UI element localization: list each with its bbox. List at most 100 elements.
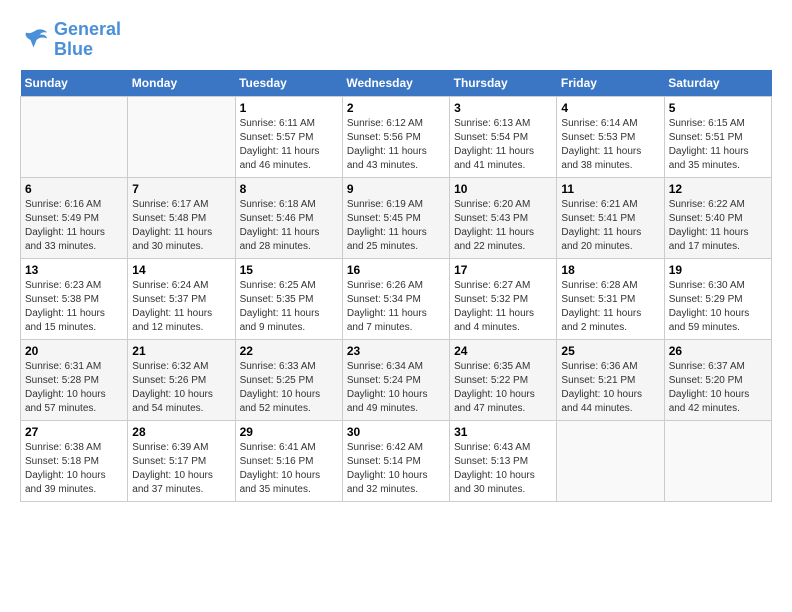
day-info: Sunrise: 6:33 AMSunset: 5:25 PMDaylight:…	[240, 360, 338, 416]
calendar-cell: 28 Sunrise: 6:39 AMSunset: 5:17 PMDaylig…	[128, 420, 235, 501]
calendar-cell: 23 Sunrise: 6:34 AMSunset: 5:24 PMDaylig…	[342, 339, 449, 420]
day-info: Sunrise: 6:16 AMSunset: 5:49 PMDaylight:…	[25, 198, 123, 254]
day-info: Sunrise: 6:20 AMSunset: 5:43 PMDaylight:…	[454, 198, 552, 254]
calendar-cell: 8 Sunrise: 6:18 AMSunset: 5:46 PMDayligh…	[235, 177, 342, 258]
calendar-cell: 7 Sunrise: 6:17 AMSunset: 5:48 PMDayligh…	[128, 177, 235, 258]
calendar-cell: 13 Sunrise: 6:23 AMSunset: 5:38 PMDaylig…	[21, 258, 128, 339]
day-number: 24	[454, 344, 552, 358]
day-number: 13	[25, 263, 123, 277]
calendar-cell: 2 Sunrise: 6:12 AMSunset: 5:56 PMDayligh…	[342, 96, 449, 177]
calendar-week-row: 20 Sunrise: 6:31 AMSunset: 5:28 PMDaylig…	[21, 339, 772, 420]
day-number: 14	[132, 263, 230, 277]
day-number: 29	[240, 425, 338, 439]
calendar-week-row: 27 Sunrise: 6:38 AMSunset: 5:18 PMDaylig…	[21, 420, 772, 501]
calendar-cell: 5 Sunrise: 6:15 AMSunset: 5:51 PMDayligh…	[664, 96, 771, 177]
logo-text-general: General	[54, 20, 121, 40]
calendar-week-row: 1 Sunrise: 6:11 AMSunset: 5:57 PMDayligh…	[21, 96, 772, 177]
calendar-cell: 26 Sunrise: 6:37 AMSunset: 5:20 PMDaylig…	[664, 339, 771, 420]
calendar-cell: 18 Sunrise: 6:28 AMSunset: 5:31 PMDaylig…	[557, 258, 664, 339]
weekday-header: Monday	[128, 70, 235, 97]
day-number: 2	[347, 101, 445, 115]
logo: General Blue	[20, 20, 121, 60]
calendar-cell: 22 Sunrise: 6:33 AMSunset: 5:25 PMDaylig…	[235, 339, 342, 420]
day-number: 5	[669, 101, 767, 115]
day-info: Sunrise: 6:22 AMSunset: 5:40 PMDaylight:…	[669, 198, 767, 254]
day-info: Sunrise: 6:14 AMSunset: 5:53 PMDaylight:…	[561, 117, 659, 173]
weekday-header: Wednesday	[342, 70, 449, 97]
day-info: Sunrise: 6:15 AMSunset: 5:51 PMDaylight:…	[669, 117, 767, 173]
day-info: Sunrise: 6:37 AMSunset: 5:20 PMDaylight:…	[669, 360, 767, 416]
day-number: 7	[132, 182, 230, 196]
calendar-cell	[557, 420, 664, 501]
calendar-cell	[664, 420, 771, 501]
day-info: Sunrise: 6:17 AMSunset: 5:48 PMDaylight:…	[132, 198, 230, 254]
calendar-week-row: 13 Sunrise: 6:23 AMSunset: 5:38 PMDaylig…	[21, 258, 772, 339]
weekday-header: Sunday	[21, 70, 128, 97]
day-number: 18	[561, 263, 659, 277]
weekday-header: Saturday	[664, 70, 771, 97]
day-number: 22	[240, 344, 338, 358]
calendar-cell: 30 Sunrise: 6:42 AMSunset: 5:14 PMDaylig…	[342, 420, 449, 501]
day-number: 21	[132, 344, 230, 358]
day-info: Sunrise: 6:30 AMSunset: 5:29 PMDaylight:…	[669, 279, 767, 335]
day-number: 11	[561, 182, 659, 196]
calendar-cell: 10 Sunrise: 6:20 AMSunset: 5:43 PMDaylig…	[450, 177, 557, 258]
calendar-cell: 16 Sunrise: 6:26 AMSunset: 5:34 PMDaylig…	[342, 258, 449, 339]
day-number: 9	[347, 182, 445, 196]
day-info: Sunrise: 6:42 AMSunset: 5:14 PMDaylight:…	[347, 441, 445, 497]
day-info: Sunrise: 6:25 AMSunset: 5:35 PMDaylight:…	[240, 279, 338, 335]
day-number: 1	[240, 101, 338, 115]
day-number: 31	[454, 425, 552, 439]
calendar-cell: 17 Sunrise: 6:27 AMSunset: 5:32 PMDaylig…	[450, 258, 557, 339]
calendar-table: SundayMondayTuesdayWednesdayThursdayFrid…	[20, 70, 772, 502]
day-info: Sunrise: 6:12 AMSunset: 5:56 PMDaylight:…	[347, 117, 445, 173]
calendar-cell: 11 Sunrise: 6:21 AMSunset: 5:41 PMDaylig…	[557, 177, 664, 258]
day-number: 19	[669, 263, 767, 277]
calendar-cell: 24 Sunrise: 6:35 AMSunset: 5:22 PMDaylig…	[450, 339, 557, 420]
day-info: Sunrise: 6:26 AMSunset: 5:34 PMDaylight:…	[347, 279, 445, 335]
day-info: Sunrise: 6:38 AMSunset: 5:18 PMDaylight:…	[25, 441, 123, 497]
calendar-week-row: 6 Sunrise: 6:16 AMSunset: 5:49 PMDayligh…	[21, 177, 772, 258]
day-number: 17	[454, 263, 552, 277]
day-info: Sunrise: 6:39 AMSunset: 5:17 PMDaylight:…	[132, 441, 230, 497]
calendar-cell: 9 Sunrise: 6:19 AMSunset: 5:45 PMDayligh…	[342, 177, 449, 258]
day-number: 8	[240, 182, 338, 196]
day-info: Sunrise: 6:21 AMSunset: 5:41 PMDaylight:…	[561, 198, 659, 254]
day-info: Sunrise: 6:34 AMSunset: 5:24 PMDaylight:…	[347, 360, 445, 416]
day-number: 30	[347, 425, 445, 439]
calendar-cell: 29 Sunrise: 6:41 AMSunset: 5:16 PMDaylig…	[235, 420, 342, 501]
day-info: Sunrise: 6:32 AMSunset: 5:26 PMDaylight:…	[132, 360, 230, 416]
day-info: Sunrise: 6:27 AMSunset: 5:32 PMDaylight:…	[454, 279, 552, 335]
calendar-cell: 1 Sunrise: 6:11 AMSunset: 5:57 PMDayligh…	[235, 96, 342, 177]
calendar-cell: 31 Sunrise: 6:43 AMSunset: 5:13 PMDaylig…	[450, 420, 557, 501]
weekday-header-row: SundayMondayTuesdayWednesdayThursdayFrid…	[21, 70, 772, 97]
day-info: Sunrise: 6:13 AMSunset: 5:54 PMDaylight:…	[454, 117, 552, 173]
day-info: Sunrise: 6:43 AMSunset: 5:13 PMDaylight:…	[454, 441, 552, 497]
calendar-cell: 3 Sunrise: 6:13 AMSunset: 5:54 PMDayligh…	[450, 96, 557, 177]
day-info: Sunrise: 6:24 AMSunset: 5:37 PMDaylight:…	[132, 279, 230, 335]
day-info: Sunrise: 6:35 AMSunset: 5:22 PMDaylight:…	[454, 360, 552, 416]
day-info: Sunrise: 6:41 AMSunset: 5:16 PMDaylight:…	[240, 441, 338, 497]
calendar-cell: 27 Sunrise: 6:38 AMSunset: 5:18 PMDaylig…	[21, 420, 128, 501]
day-number: 28	[132, 425, 230, 439]
day-number: 20	[25, 344, 123, 358]
day-number: 16	[347, 263, 445, 277]
day-info: Sunrise: 6:31 AMSunset: 5:28 PMDaylight:…	[25, 360, 123, 416]
logo-icon	[20, 25, 50, 55]
day-number: 26	[669, 344, 767, 358]
calendar-cell: 19 Sunrise: 6:30 AMSunset: 5:29 PMDaylig…	[664, 258, 771, 339]
day-number: 10	[454, 182, 552, 196]
logo-text-blue: Blue	[54, 40, 121, 60]
calendar-cell: 12 Sunrise: 6:22 AMSunset: 5:40 PMDaylig…	[664, 177, 771, 258]
day-number: 25	[561, 344, 659, 358]
day-number: 27	[25, 425, 123, 439]
weekday-header: Thursday	[450, 70, 557, 97]
calendar-cell: 6 Sunrise: 6:16 AMSunset: 5:49 PMDayligh…	[21, 177, 128, 258]
day-number: 4	[561, 101, 659, 115]
calendar-cell	[128, 96, 235, 177]
calendar-cell: 14 Sunrise: 6:24 AMSunset: 5:37 PMDaylig…	[128, 258, 235, 339]
calendar-cell: 15 Sunrise: 6:25 AMSunset: 5:35 PMDaylig…	[235, 258, 342, 339]
day-info: Sunrise: 6:28 AMSunset: 5:31 PMDaylight:…	[561, 279, 659, 335]
calendar-cell: 21 Sunrise: 6:32 AMSunset: 5:26 PMDaylig…	[128, 339, 235, 420]
day-info: Sunrise: 6:23 AMSunset: 5:38 PMDaylight:…	[25, 279, 123, 335]
